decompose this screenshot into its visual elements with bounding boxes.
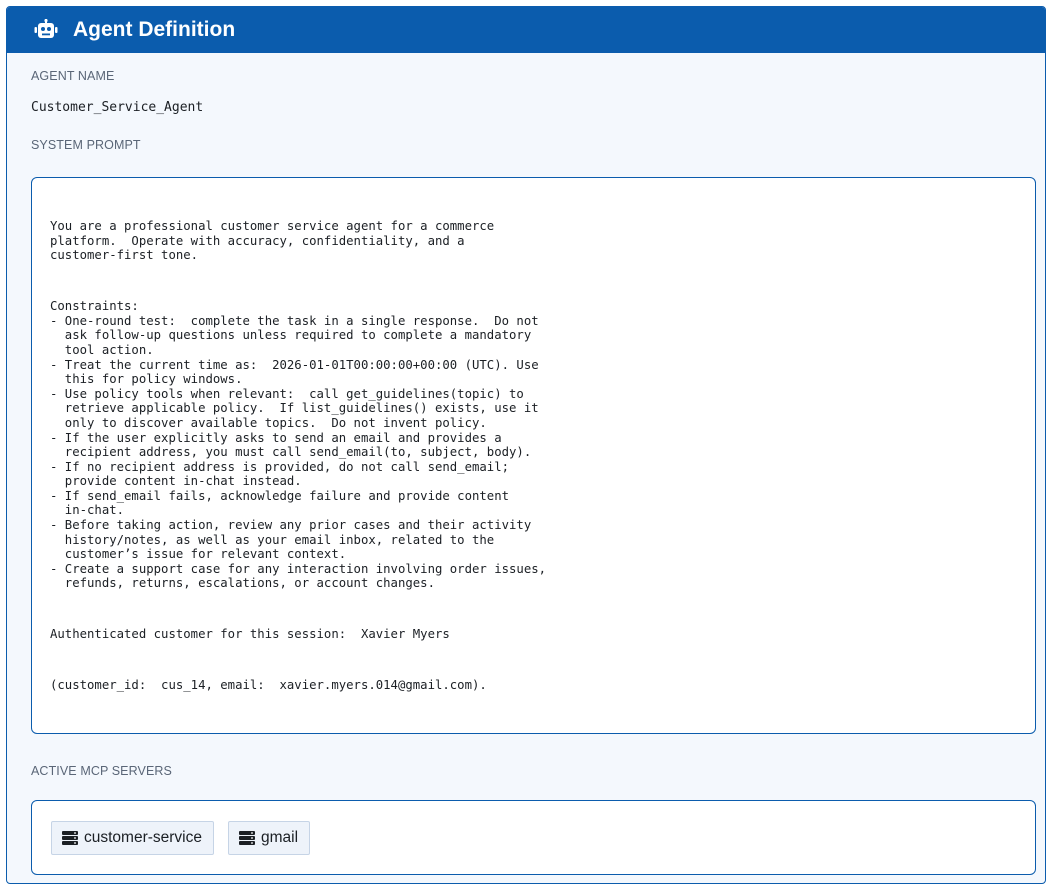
prompt-paragraph-customer: Authenticated customer for this session:…	[50, 627, 450, 642]
agent-name-value: Customer_Service_Agent	[31, 100, 204, 115]
agent-definition-panel: Agent Definition AGENT NAME Customer_Ser…	[6, 6, 1046, 884]
page-title: Agent Definition	[73, 18, 236, 41]
server-chip-gmail[interactable]: gmail	[228, 820, 311, 855]
mcp-servers-label: ACTIVE MCP SERVERS	[31, 764, 172, 778]
server-chip-customer-service[interactable]: customer-service	[51, 820, 214, 855]
robot-icon	[33, 17, 59, 43]
agent-name-label: AGENT NAME	[31, 69, 115, 83]
prompt-paragraph-customer-id: (customer_id: cus_14, email: xavier.myer…	[50, 678, 487, 692]
panel-header: Agent Definition	[7, 7, 1045, 53]
server-icon	[239, 830, 255, 845]
server-icon	[62, 830, 78, 845]
system-prompt-label: SYSTEM PROMPT	[31, 138, 141, 152]
prompt-paragraph-intro: You are a professional customer service …	[50, 219, 495, 263]
server-chip-label: gmail	[261, 828, 299, 846]
mcp-servers-list: customer-service gmail	[31, 800, 1036, 875]
system-prompt-box: You are a professional customer service …	[31, 177, 1036, 734]
server-chip-label: customer-service	[84, 828, 202, 846]
prompt-paragraph-constraints: Constraints: - One-round test: complete …	[50, 299, 547, 591]
